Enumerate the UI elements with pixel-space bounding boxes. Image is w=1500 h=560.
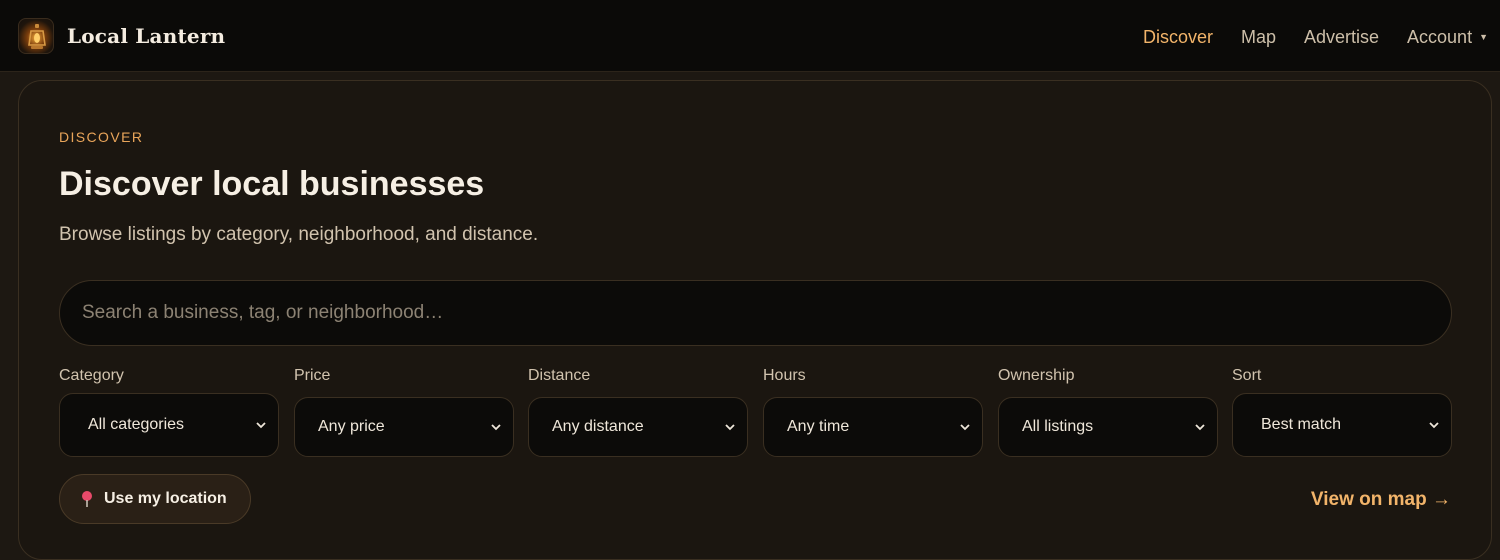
filter-price: Price Any price [294, 367, 514, 457]
select-value: Best match [1261, 416, 1342, 433]
account-label: Account [1407, 26, 1473, 47]
map-pin-icon [82, 491, 92, 507]
filter-hours: Hours Any time [763, 367, 983, 457]
nav-map[interactable]: Map [1241, 27, 1276, 48]
hours-select[interactable]: Any time [763, 397, 983, 457]
category-select[interactable]: All categories [59, 393, 279, 457]
section-eyebrow: DISCOVER [59, 129, 144, 145]
filter-category: Category All categories [59, 367, 279, 457]
main-nav: Discover Map Advertise Account ▼ [1143, 24, 1500, 50]
brand-name: Local Lantern [67, 24, 226, 48]
select-value: All categories [88, 416, 185, 433]
select-value: All listings [1022, 418, 1094, 435]
chevron-down-icon [256, 422, 266, 429]
filter-label: Price [294, 367, 331, 384]
nav-advertise[interactable]: Advertise [1304, 27, 1379, 48]
brand[interactable]: Local Lantern [18, 18, 225, 54]
filter-ownership: Ownership All listings [998, 367, 1218, 457]
chevron-down-icon [725, 424, 735, 431]
select-value: Any price [318, 418, 385, 435]
ownership-select[interactable]: All listings [998, 397, 1218, 457]
sort-select[interactable]: Best match [1232, 393, 1452, 457]
use-location-button[interactable]: Use my location [59, 474, 251, 524]
chevron-down-icon [1195, 424, 1205, 431]
price-select[interactable]: Any price [294, 397, 514, 457]
filter-sort: Sort Best match [1232, 367, 1452, 457]
chevron-down-icon [1429, 422, 1439, 429]
select-value: Any time [787, 418, 850, 435]
top-navbar: Local Lantern Discover Map Advertise Acc… [0, 0, 1500, 72]
search-input[interactable] [59, 280, 1452, 346]
filter-label: Hours [763, 367, 806, 384]
nav-discover[interactable]: Discover [1143, 27, 1213, 48]
use-location-label: Use my location [104, 490, 227, 507]
distance-select[interactable]: Any distance [528, 397, 748, 457]
caret-down-icon: ▼ [1479, 32, 1488, 42]
filter-distance: Distance Any distance [528, 367, 748, 457]
account-menu[interactable]: Account ▼ [1407, 27, 1488, 48]
page-subtitle: Browse listings by category, neighborhoo… [59, 224, 539, 245]
filter-label: Sort [1232, 367, 1262, 384]
lantern-icon [18, 18, 54, 54]
filter-label: Category [59, 367, 124, 384]
view-on-map-link[interactable]: View on map → [1311, 489, 1451, 511]
chevron-down-icon [960, 424, 970, 431]
page-title: Discover local businesses [59, 165, 485, 203]
filter-label: Ownership [998, 367, 1075, 384]
select-value: Any distance [552, 418, 644, 435]
filter-label: Distance [528, 367, 591, 384]
discover-panel: DISCOVER Discover local businesses Brows… [18, 80, 1492, 560]
chevron-down-icon [491, 424, 501, 431]
